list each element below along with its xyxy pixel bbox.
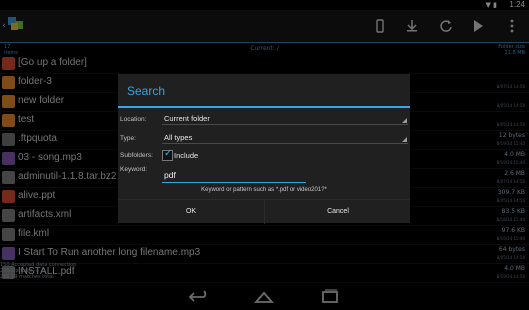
location-dropdown[interactable]: Current folder (162, 113, 408, 125)
cancel-button[interactable]: Cancel (265, 200, 411, 224)
location-label: Location: (120, 116, 147, 123)
include-subfolders-checkbox[interactable]: ✓ (162, 148, 173, 161)
type-label: Type: (120, 135, 136, 142)
type-value: All types (164, 133, 193, 142)
dialog-title: Search (127, 84, 166, 98)
dropdown-arrow-icon (402, 137, 407, 142)
title-divider (118, 106, 410, 108)
dialog-button-bar: OK Cancel (118, 199, 410, 224)
subfolders-label: Subfolders: (120, 152, 153, 159)
dropdown-arrow-icon (402, 118, 407, 123)
search-dialog: Search Location: Current folder Type: Al… (118, 74, 410, 224)
checkmark-icon: ✓ (164, 148, 173, 159)
location-value: Current folder (164, 114, 210, 123)
keyword-input[interactable] (162, 168, 308, 182)
ok-button[interactable]: OK (118, 200, 265, 224)
keyword-label: Keyword: (120, 166, 148, 173)
keyword-field-container (162, 168, 308, 183)
include-label[interactable]: Include (174, 151, 198, 160)
keyword-hint: Keyword or pattern such as *.pdf or vide… (201, 187, 327, 193)
type-dropdown[interactable]: All types (162, 132, 408, 144)
